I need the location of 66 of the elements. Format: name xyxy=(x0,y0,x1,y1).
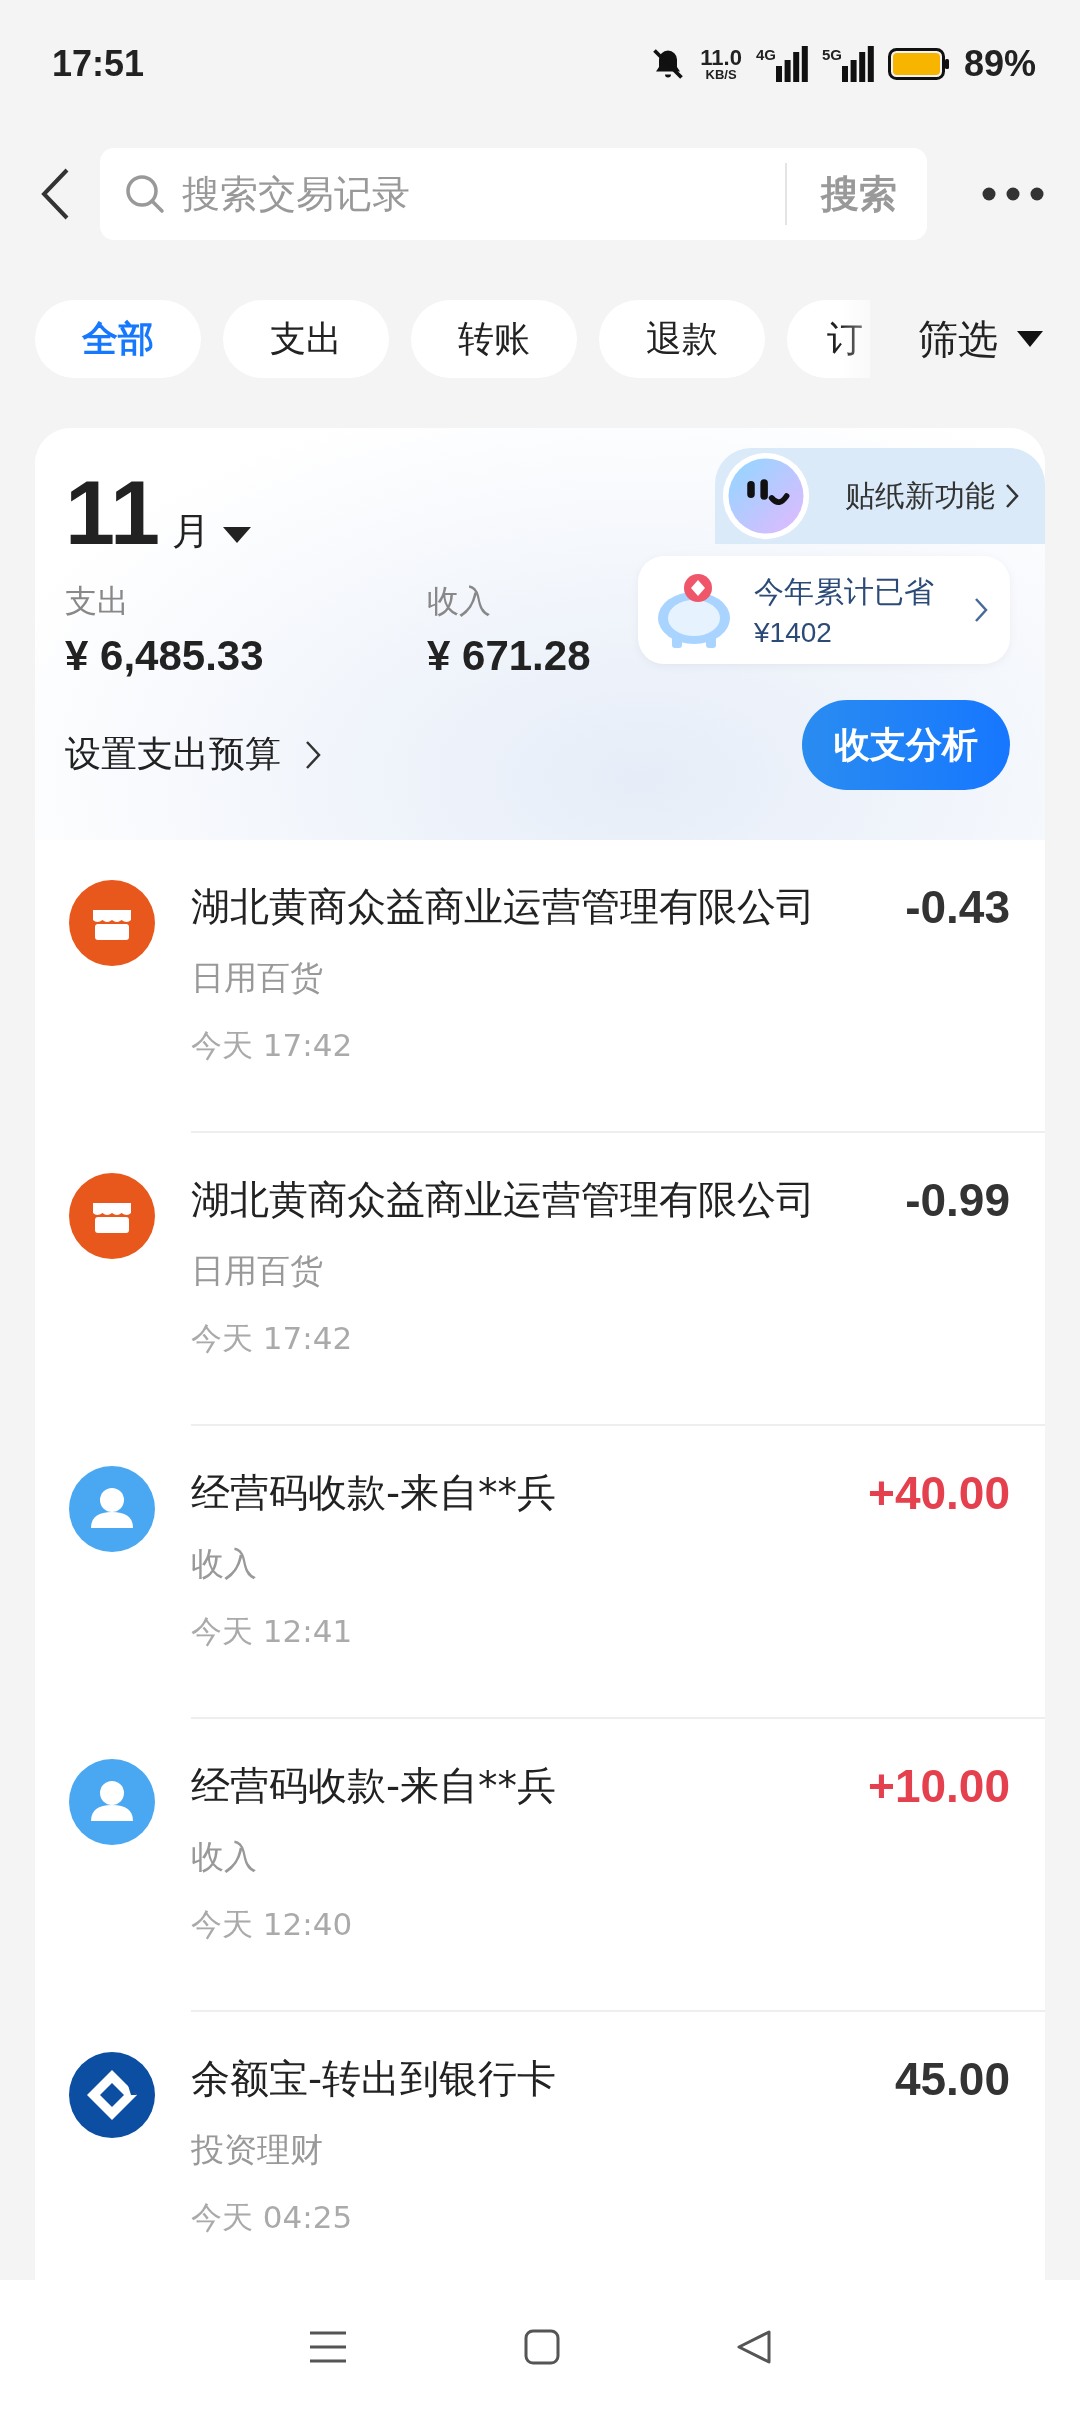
person-avatar-icon xyxy=(69,1466,155,1552)
transaction-category: 投资理财 xyxy=(191,2129,323,2171)
transaction-category: 收入 xyxy=(191,1543,257,1585)
caret-icon xyxy=(1016,330,1044,348)
status-time: 17:51 xyxy=(52,43,145,85)
back-icon[interactable] xyxy=(40,167,70,221)
transaction-category: 收入 xyxy=(191,1836,257,1878)
analysis-button[interactable]: 收支分析 xyxy=(802,700,1010,790)
transaction-time: 今天 04:25 xyxy=(191,2198,353,2237)
transaction-time: 今天 12:40 xyxy=(191,1905,353,1944)
transaction-time: 今天 12:41 xyxy=(191,1612,353,1651)
search-icon xyxy=(124,173,166,215)
budget-link[interactable]: 设置支出预算 xyxy=(65,730,321,779)
chevron-right-icon xyxy=(974,597,988,623)
income-label: 收入 xyxy=(427,581,491,622)
chevron-right-icon xyxy=(305,739,321,770)
filter-tab[interactable]: 支出 xyxy=(223,300,389,378)
filter-tab[interactable]: 退款 xyxy=(599,300,765,378)
more-icon[interactable] xyxy=(981,186,1045,202)
expense-label: 支出 xyxy=(65,581,129,622)
shop-avatar-icon xyxy=(69,880,155,966)
income-amount: ¥ 671.28 xyxy=(427,632,591,680)
network-label: 5G xyxy=(821,46,842,63)
person-avatar-icon xyxy=(69,1759,155,1845)
transaction-amount: +10.00 xyxy=(868,1759,1010,1813)
transaction-time: 今天 17:42 xyxy=(191,1319,353,1358)
sticker-promo[interactable]: 贴纸新功能 xyxy=(715,448,1045,544)
savings-title: 今年累计已省 xyxy=(754,572,934,611)
bank-logo-icon xyxy=(69,2052,155,2138)
transaction-amount: 45.00 xyxy=(894,2052,1010,2106)
transaction-time: 今天 17:42 xyxy=(191,1026,353,1065)
transaction-title: 余额宝-转出到银行卡 xyxy=(191,2055,557,2103)
filter-tab[interactable]: 订 xyxy=(787,300,870,378)
transaction-amount: +40.00 xyxy=(868,1466,1010,1520)
battery-percent: 89% xyxy=(963,43,1036,85)
transaction-row[interactable]: 经营码收款-来自**兵 +40.00 收入 今天 12:41 xyxy=(35,1426,1045,1719)
filter-tab[interactable]: 全部 xyxy=(35,300,201,378)
chevron-right-icon xyxy=(1005,483,1019,509)
transaction-category: 日用百货 xyxy=(191,1250,323,1292)
savings-amount: ¥1402 xyxy=(754,616,832,649)
signal-icon xyxy=(775,46,808,82)
expense-amount: ¥ 6,485.33 xyxy=(65,632,264,680)
month-selector[interactable]: 11 月 xyxy=(65,468,253,558)
filter-tab[interactable]: 转账 xyxy=(411,300,577,378)
transaction-amount: -0.43 xyxy=(905,880,1010,934)
transaction-title: 经营码收款-来自**兵 xyxy=(191,1469,557,1517)
signal-icon xyxy=(841,46,874,82)
transaction-title: 湖北黄商众益商业运营管理有限公司 xyxy=(191,883,815,931)
battery-icon xyxy=(887,48,950,80)
shop-avatar-icon xyxy=(69,1173,155,1259)
transaction-title: 湖北黄商众益商业运营管理有限公司 xyxy=(191,1176,815,1224)
transaction-category: 日用百货 xyxy=(191,957,323,999)
menu-icon[interactable] xyxy=(308,2329,348,2365)
smiley-sticker-icon xyxy=(721,451,811,541)
transaction-title: 经营码收款-来自**兵 xyxy=(191,1762,557,1810)
transaction-row[interactable]: 湖北黄商众益商业运营管理有限公司 -0.99 日用百货 今天 17:42 xyxy=(35,1133,1045,1426)
transaction-row[interactable]: 湖北黄商众益商业运营管理有限公司 -0.43 日用百货 今天 17:42 xyxy=(35,840,1045,1133)
network-speed: 11.0 KB/S xyxy=(700,47,742,81)
caret-icon xyxy=(222,526,253,544)
home-icon[interactable] xyxy=(524,2329,560,2365)
transaction-amount: -0.99 xyxy=(905,1173,1010,1227)
network-label: 4G xyxy=(755,46,776,63)
back-icon[interactable] xyxy=(736,2329,772,2365)
transaction-row[interactable]: 经营码收款-来自**兵 +10.00 收入 今天 12:40 xyxy=(35,1719,1045,2012)
filter-dropdown[interactable]: 筛选 xyxy=(918,311,1044,367)
savings-bubble[interactable]: 今年累计已省 ¥1402 xyxy=(638,556,1010,664)
